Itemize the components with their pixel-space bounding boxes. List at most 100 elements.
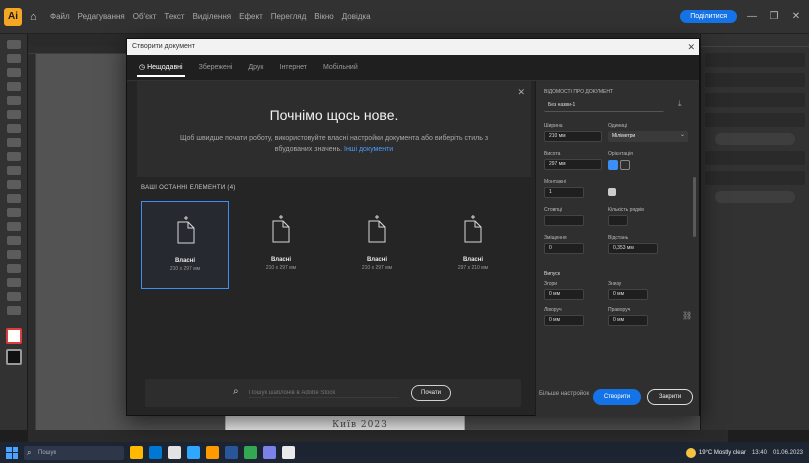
gradient-tool-icon[interactable]: [6, 236, 21, 245]
menu-file[interactable]: Файл: [50, 12, 70, 21]
units-select[interactable]: Міліметри: [608, 130, 688, 142]
shape-builder-tool-icon[interactable]: [6, 222, 21, 231]
more-settings-link[interactable]: Більше настройок: [539, 391, 589, 397]
blend-tool-icon[interactable]: [6, 264, 21, 273]
word-icon[interactable]: [225, 446, 238, 459]
chrome-icon[interactable]: [244, 446, 257, 459]
tab-web[interactable]: Інтернет: [278, 60, 309, 75]
panel-button[interactable]: [715, 191, 795, 203]
menu-help[interactable]: Довідка: [342, 12, 371, 21]
preset-card[interactable]: Власні 210 x 297 мм: [237, 201, 325, 289]
menu-effect[interactable]: Ефект: [239, 12, 263, 21]
type-tool-icon[interactable]: [6, 96, 21, 105]
menu-edit[interactable]: Редагування: [78, 12, 125, 21]
link-bleed-icon[interactable]: ⛓: [682, 311, 692, 320]
search-go-button[interactable]: Почати: [411, 385, 451, 401]
dialog-close-icon[interactable]: ✕: [687, 39, 695, 55]
width-field[interactable]: 210 мм: [544, 131, 602, 142]
search-icon: ⌕: [233, 386, 239, 397]
eyedropper-tool-icon[interactable]: [6, 250, 21, 259]
height-field[interactable]: 297 мм: [544, 159, 602, 170]
tab-print[interactable]: Друк: [246, 60, 265, 75]
share-button[interactable]: Поділитися: [680, 10, 737, 23]
clock-time[interactable]: 13:40: [752, 450, 767, 456]
vertical-ruler: [28, 54, 36, 430]
columns-label: Стовпці: [544, 207, 562, 213]
document-name-field[interactable]: Без назви-1: [544, 101, 664, 112]
close-button[interactable]: Закрити: [647, 389, 693, 405]
document-icon: [368, 215, 386, 243]
pencil-tool-icon[interactable]: [6, 152, 21, 161]
tab-mobile[interactable]: Мобільний: [321, 60, 360, 75]
menu-object[interactable]: Об'єкт: [133, 12, 157, 21]
portrait-orientation-icon[interactable]: [608, 160, 618, 170]
gutter-label: Відстань: [608, 235, 629, 241]
hand-tool-icon[interactable]: [6, 292, 21, 301]
minimize-icon[interactable]: —: [745, 11, 759, 22]
width-tool-icon[interactable]: [6, 208, 21, 217]
eraser-tool-icon[interactable]: [6, 166, 21, 175]
preset-card[interactable]: Власні 210 x 297 мм: [333, 201, 421, 289]
clock-date[interactable]: 01.06.2023: [773, 450, 803, 456]
menu-window[interactable]: Вікно: [314, 12, 333, 21]
teams-icon[interactable]: [263, 446, 276, 459]
app-menubar: Ai ⌂ Файл Редагування Об'єкт Текст Виділ…: [0, 0, 809, 34]
details-scrollbar[interactable]: [693, 177, 696, 237]
menu-select[interactable]: Виділення: [193, 12, 232, 21]
banner-link[interactable]: Інші документи: [344, 146, 393, 153]
preset-card[interactable]: Власні 210 x 297 мм: [141, 201, 229, 289]
save-preset-icon[interactable]: ⤓: [678, 99, 682, 109]
panel-tabs[interactable]: [701, 34, 809, 47]
tab-recent[interactable]: ◷ Нещодавні: [137, 59, 185, 77]
tab-saved[interactable]: Збережені: [197, 60, 235, 75]
bleed-left-field[interactable]: 0 мм: [544, 315, 584, 326]
taskbar-search[interactable]: Пошук: [24, 445, 124, 460]
zoom-tool-icon[interactable]: [6, 306, 21, 315]
store-icon[interactable]: [168, 446, 181, 459]
home-icon[interactable]: ⌂: [30, 11, 42, 23]
rectangle-tool-icon[interactable]: [6, 124, 21, 133]
weather-widget[interactable]: 19°C Mostly clear: [685, 447, 746, 458]
direct-selection-tool-icon[interactable]: [6, 54, 21, 63]
stroke-color-swatch[interactable]: [5, 349, 22, 365]
brush-tool-icon[interactable]: [6, 138, 21, 147]
banner-close-icon[interactable]: ✕: [517, 87, 525, 98]
panel-button[interactable]: [715, 133, 795, 145]
pen-tool-icon[interactable]: [6, 82, 21, 91]
magic-wand-tool-icon[interactable]: [6, 68, 21, 77]
create-button[interactable]: Створити: [593, 389, 641, 405]
app-icon[interactable]: [282, 446, 295, 459]
fill-color-swatch[interactable]: [5, 328, 22, 344]
menu-type[interactable]: Текст: [164, 12, 184, 21]
properties-panel: [700, 34, 809, 430]
maximize-icon[interactable]: ❐: [767, 11, 781, 22]
offset-field[interactable]: 0: [544, 243, 584, 254]
artboard-tool-icon[interactable]: [6, 278, 21, 287]
close-window-icon[interactable]: ✕: [789, 11, 803, 22]
file-explorer-icon[interactable]: [130, 446, 143, 459]
windows-start-icon[interactable]: [6, 446, 18, 459]
menu-view[interactable]: Перегляд: [271, 12, 307, 21]
selection-tool-icon[interactable]: [6, 40, 21, 49]
rotate-tool-icon[interactable]: [6, 180, 21, 189]
panel-section: [705, 53, 805, 67]
gutter-field[interactable]: 0,353 мм: [608, 243, 658, 254]
artboards-field[interactable]: 1: [544, 187, 584, 198]
columns-field[interactable]: [544, 215, 584, 226]
template-search-bar: ⌕ Почати: [145, 379, 521, 407]
illustrator-icon[interactable]: [206, 446, 219, 459]
preset-card[interactable]: Власні 297 x 210 мм: [429, 201, 517, 289]
bleed-bottom-field[interactable]: 0 мм: [608, 289, 648, 300]
bleed-right-field[interactable]: 0 мм: [608, 315, 648, 326]
edge-browser-icon[interactable]: [149, 446, 162, 459]
scale-tool-icon[interactable]: [6, 194, 21, 203]
windows-taskbar: Пошук 19°C Mostly clear 13:40 01.06.2023: [0, 442, 809, 463]
artboard-grid-icon[interactable]: [608, 188, 616, 196]
bleed-top-field[interactable]: 0 мм: [544, 289, 584, 300]
offset-label: Зміщення: [544, 235, 567, 241]
line-tool-icon[interactable]: [6, 110, 21, 119]
landscape-orientation-icon[interactable]: [620, 160, 630, 170]
photoshop-icon[interactable]: [187, 446, 200, 459]
rows-field[interactable]: [608, 215, 628, 226]
template-search-input[interactable]: [249, 388, 399, 398]
